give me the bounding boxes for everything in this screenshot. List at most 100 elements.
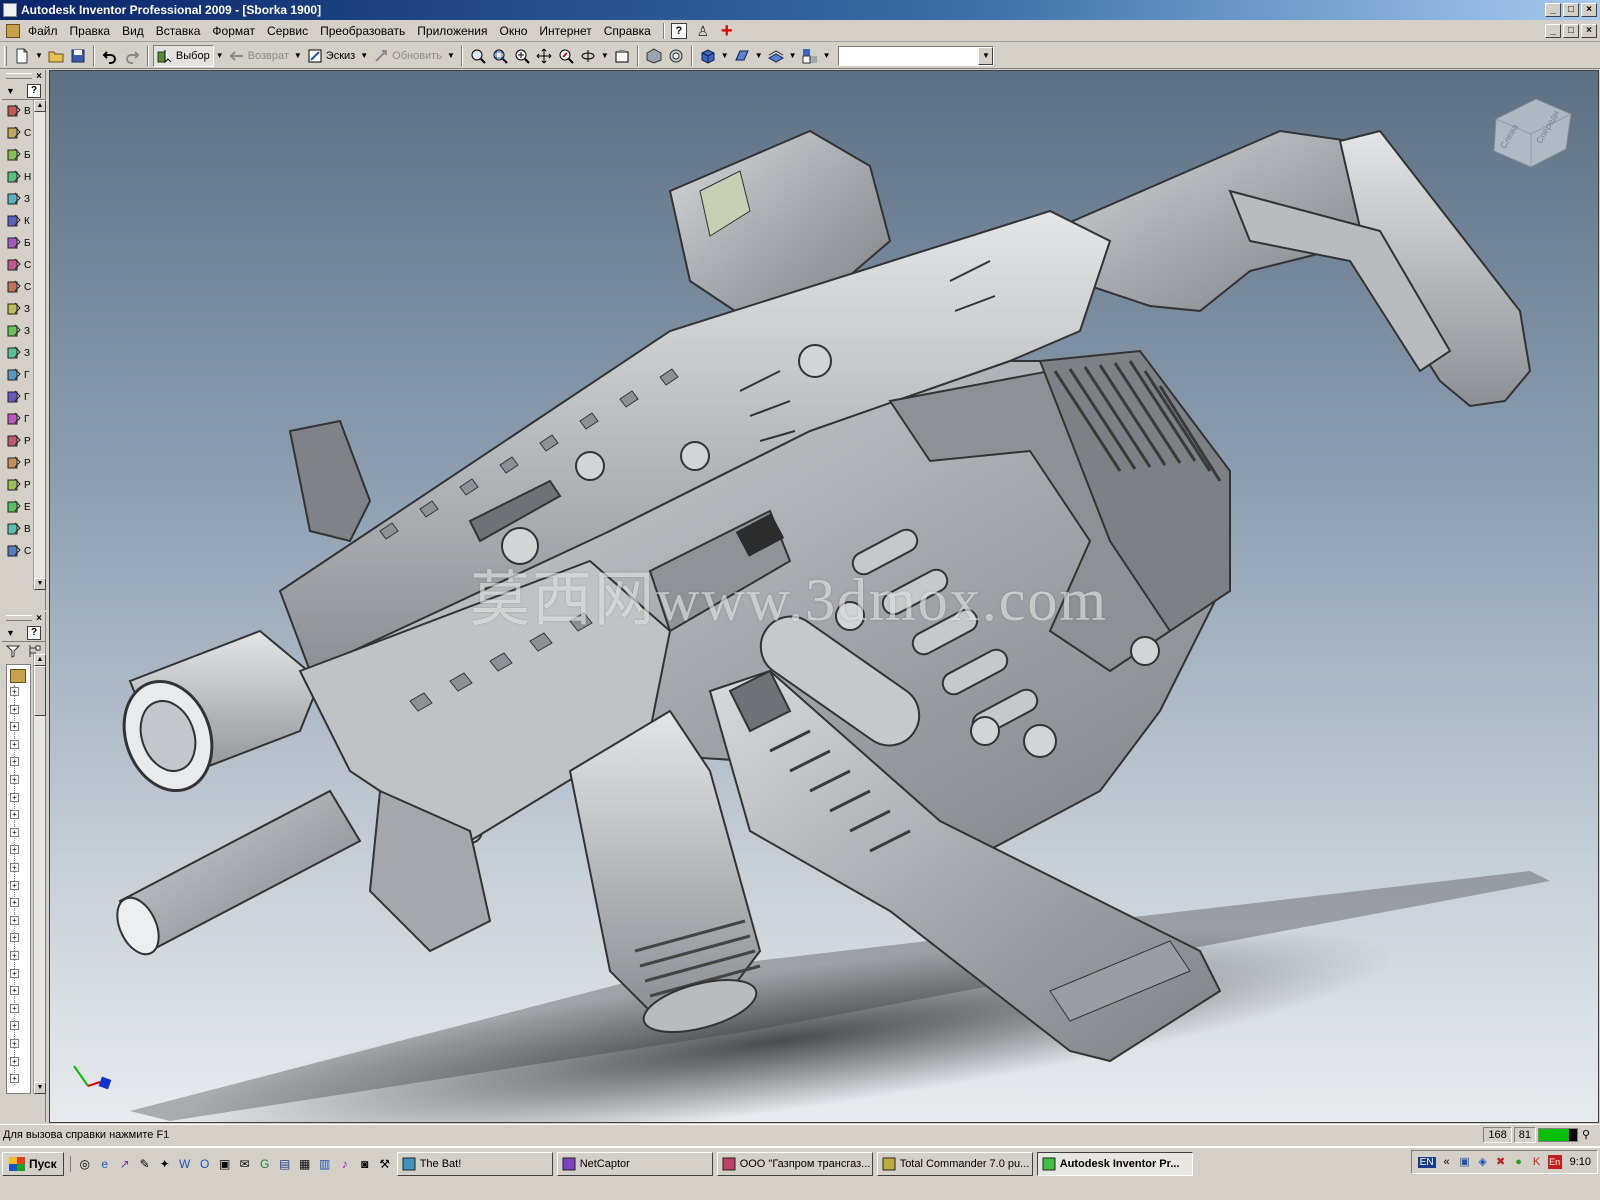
tree-expand-icon[interactable]: + [10, 722, 19, 732]
taskbar-button[interactable]: NetCaptor [556, 1152, 713, 1176]
scroll-down-icon[interactable]: ▼ [34, 578, 46, 590]
updates-icon[interactable]: ✖ [1494, 1155, 1508, 1169]
taskbar-button[interactable]: Autodesk Inventor Pr... [1036, 1152, 1193, 1176]
tree-expand-icon[interactable]: + [10, 1021, 19, 1031]
redo-button[interactable] [121, 45, 143, 67]
tree-expand-icon[interactable]: + [10, 915, 19, 925]
tree-expand-icon[interactable]: + [10, 687, 19, 696]
help-icon[interactable]: ? [670, 22, 687, 39]
sketch-dropdown-icon[interactable]: ▼ [360, 51, 368, 60]
tools-icon[interactable]: ⚒ [377, 1156, 393, 1172]
undo-button[interactable] [99, 45, 121, 67]
graphics-viewport[interactable]: Слева Спереди 莫西网www.3dmox.com [49, 70, 1599, 1123]
taskbar-button[interactable]: ООО "Газпром трансгаз... [716, 1152, 873, 1176]
clock[interactable]: 9:10 [1570, 1156, 1591, 1168]
open-button[interactable] [45, 45, 67, 67]
tree-expand-icon[interactable]: + [10, 739, 19, 749]
pan-button[interactable] [533, 45, 555, 67]
browser-icon[interactable]: e [97, 1156, 113, 1172]
language-indicator[interactable]: EN [1417, 1156, 1436, 1168]
zoom-window-button[interactable] [489, 45, 511, 67]
view-cube[interactable]: Слева Спереди [1486, 89, 1576, 173]
filter-icon[interactable] [6, 644, 20, 658]
assembly-icon[interactable] [10, 669, 26, 683]
doc-minimize-button[interactable]: _ [1545, 24, 1561, 38]
tree-expand-icon[interactable]: + [10, 951, 19, 960]
tree-expand-icon[interactable]: + [10, 986, 19, 996]
view-cube-dropdown-icon[interactable]: ▼ [721, 51, 729, 60]
display-style-button[interactable] [731, 45, 753, 67]
tree-expand-icon[interactable]: + [10, 827, 19, 837]
material-dropdown-icon[interactable]: ▼ [789, 51, 797, 60]
menu-tools[interactable]: Сервис [261, 24, 314, 38]
menu-file[interactable]: Файл [22, 24, 64, 38]
color-combo[interactable]: ▼ [838, 45, 995, 66]
pen-icon[interactable]: ✎ [137, 1156, 153, 1172]
zoom-selected-button[interactable] [555, 45, 577, 67]
netcaptor-icon[interactable]: ↗ [117, 1156, 133, 1172]
view-cube-button[interactable] [697, 45, 719, 67]
tree-expand-icon[interactable]: + [10, 863, 19, 872]
assembly-tree[interactable]: + + + + + + + + + + + + + + + + + + + + + + + [6, 664, 31, 1094]
bat-icon[interactable]: ✦ [157, 1156, 173, 1172]
browser-scrollbar[interactable]: ▲ ▼ [33, 654, 46, 1094]
taskbar-button[interactable]: Total Commander 7.0 pu... [876, 1152, 1033, 1176]
menu-edit[interactable]: Правка [64, 24, 117, 38]
panel-menu-chevron-icon[interactable]: ▼ [6, 86, 15, 96]
maximize-button[interactable]: □ [1563, 3, 1579, 17]
network-icon[interactable]: ▣ [1458, 1155, 1472, 1169]
taskbar-button[interactable]: The Bat! [396, 1152, 553, 1176]
menu-format[interactable]: Формат [206, 24, 261, 38]
security-icon[interactable]: ◈ [1476, 1155, 1490, 1169]
tree-expand-icon[interactable]: + [10, 880, 19, 890]
tool-list-scrollbar[interactable]: ▲ ▼ [33, 100, 46, 590]
menu-window[interactable]: Окно [494, 24, 534, 38]
pdf-icon[interactable]: ▤ [277, 1156, 293, 1172]
toolbar-grip[interactable] [4, 45, 7, 66]
tree-expand-icon[interactable]: + [10, 898, 19, 908]
tree-expand-icon[interactable]: + [10, 968, 19, 978]
zoom-button[interactable] [511, 45, 533, 67]
tray-expand-icon[interactable]: « [1440, 1155, 1454, 1169]
material-button[interactable] [765, 45, 787, 67]
new-dropdown-icon[interactable]: ▼ [35, 51, 43, 60]
tree-expand-icon[interactable]: + [10, 1039, 19, 1048]
color-dropdown-icon[interactable]: ▼ [823, 51, 831, 60]
panel-bar-close-icon[interactable]: × [36, 71, 42, 82]
panel-bar-grip[interactable] [6, 73, 33, 79]
tree-expand-icon[interactable]: + [10, 1056, 19, 1066]
tree-expand-icon[interactable]: + [10, 757, 19, 767]
tree-expand-icon[interactable]: + [10, 775, 19, 784]
calculator-icon[interactable]: ▦ [297, 1156, 313, 1172]
status-ok-icon[interactable]: ● [1512, 1155, 1526, 1169]
doc-close-button[interactable]: × [1581, 24, 1597, 38]
chevron-down-icon[interactable]: ▼ [978, 46, 994, 65]
explorer-icon[interactable]: ◎ [77, 1156, 93, 1172]
close-button[interactable]: × [1581, 3, 1597, 17]
camera-icon[interactable]: ◙ [357, 1156, 373, 1172]
tree-expand-icon[interactable]: + [10, 1074, 19, 1084]
start-button[interactable]: Пуск [2, 1152, 64, 1176]
update-dropdown-icon[interactable]: ▼ [447, 51, 455, 60]
word-icon[interactable]: W [177, 1156, 193, 1172]
shaded-display-button[interactable] [643, 45, 665, 67]
rotate-dropdown-icon[interactable]: ▼ [601, 51, 609, 60]
kaspersky-icon[interactable]: K [1530, 1155, 1544, 1169]
doc-restore-button[interactable]: □ [1563, 24, 1579, 38]
menu-convert[interactable]: Преобразовать [314, 24, 411, 38]
scroll-up-icon[interactable]: ▲ [34, 100, 46, 112]
minimize-button[interactable]: _ [1545, 3, 1561, 17]
status-info-icon[interactable]: ⚲ [1582, 1128, 1596, 1142]
color-button[interactable] [799, 45, 821, 67]
sketch-button[interactable]: Эскиз [304, 45, 358, 67]
display-style-dropdown-icon[interactable]: ▼ [755, 51, 763, 60]
menu-view[interactable]: Вид [116, 24, 150, 38]
outlook-icon[interactable]: O [197, 1156, 213, 1172]
tree-expand-icon[interactable]: + [10, 704, 19, 714]
browser-help-icon[interactable]: ? [27, 625, 41, 640]
shadow-button[interactable] [665, 45, 687, 67]
panel-help-icon[interactable]: ? [27, 83, 41, 98]
browser-grip[interactable] [6, 615, 33, 621]
rotate-button[interactable] [577, 45, 599, 67]
select-dropdown-icon[interactable]: ▼ [216, 51, 224, 60]
